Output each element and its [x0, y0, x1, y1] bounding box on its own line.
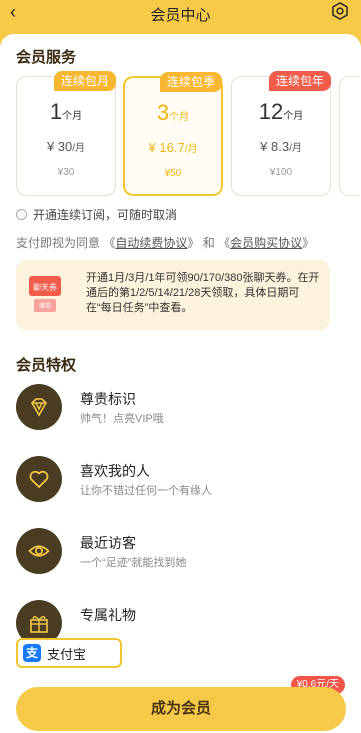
plan-card-next-partial[interactable]	[339, 76, 359, 196]
privilege-item[interactable]: 喜欢我的人 让你不错过任何一个有缘人	[16, 456, 336, 506]
plan-original-price: ¥50	[164, 168, 182, 179]
plan-tag: 连续包年	[268, 71, 331, 91]
privilege-desc: 一个“足迹”就能找到她	[80, 557, 187, 569]
chat-coupon-icon: 聊天券 赠券	[29, 276, 61, 312]
plan-price: ¥ 16.7/月	[148, 140, 198, 155]
content-sheet: 会员服务 连续包月 1个月 ¥ 30/月 ¥30 连续包季 3个月 ¥ 16.7…	[0, 34, 361, 733]
plan-duration: 1个月	[49, 99, 83, 124]
plan-tag: 连续包月	[53, 71, 116, 91]
payment-method-alipay[interactable]: 支 支付宝	[16, 638, 122, 668]
privilege-item[interactable]: 最近访客 一个“足迹”就能找到她	[16, 528, 336, 578]
privilege-name: 喜欢我的人	[80, 463, 150, 479]
purchase-agreement-link[interactable]: 会员购买协议	[230, 236, 302, 250]
autorenew-option[interactable]: 开通连续订阅，可随时取消	[16, 206, 177, 223]
alipay-icon: 支	[23, 644, 41, 662]
plan-price: ¥ 8.3/月	[260, 139, 302, 154]
plan-list: 连续包月 1个月 ¥ 30/月 ¥30 连续包季 3个月 ¥ 16.7/月 ¥5…	[16, 71, 361, 196]
page-title: 会员中心	[150, 7, 211, 24]
gift-icon	[30, 616, 48, 633]
plan-price: ¥ 30/月	[46, 139, 86, 154]
become-member-button[interactable]: 成为会员	[16, 687, 346, 731]
heart-icon	[29, 470, 49, 488]
payment-label: 支付宝	[47, 646, 87, 662]
coupon-banner: 聊天券 赠券 开通1月/3月/1年可领90/170/380张聊天券。在开通后的第…	[16, 260, 330, 330]
autorenew-label: 开通连续订阅，可随时取消	[33, 208, 178, 222]
coupon-icon-label: 聊天券	[33, 282, 57, 292]
privilege-desc: 让你不错过任何一个有缘人	[80, 485, 212, 497]
privileges-title: 会员特权	[16, 357, 77, 374]
plan-original-price: ¥30	[57, 167, 75, 178]
eye-icon	[28, 545, 50, 557]
plan-card-monthly[interactable]: 连续包月 1个月 ¥ 30/月 ¥30	[16, 71, 116, 196]
privilege-item[interactable]: 尊贵标识 帅气！点亮VIP哦	[16, 384, 336, 434]
privilege-name: 专属礼物	[80, 607, 136, 623]
plan-original-price: ¥100	[269, 167, 293, 178]
settings-gear-icon[interactable]	[331, 2, 349, 20]
plan-duration: 3个月	[156, 100, 190, 125]
auto-renew-agreement-link[interactable]: 自动续费协议	[115, 236, 187, 250]
coupon-description: 开通1月/3月/1年可领90/170/380张聊天券。在开通后的第1/2/5/1…	[86, 272, 320, 314]
autorenew-radio[interactable]	[16, 209, 27, 220]
plan-card-yearly[interactable]: 连续包年 12个月 ¥ 8.3/月 ¥100	[231, 71, 331, 196]
privilege-desc: 帅气！点亮VIP哦	[80, 413, 164, 425]
services-title: 会员服务	[16, 49, 77, 66]
top-bar: ‹ 会员中心	[0, 0, 361, 26]
privilege-name: 最近访客	[80, 535, 136, 551]
privilege-name: 尊贵标识	[80, 391, 136, 407]
vip-diamond-icon	[30, 398, 48, 417]
coupon-icon-sub: 赠券	[39, 302, 51, 310]
plan-card-quarterly[interactable]: 连续包季 3个月 ¥ 16.7/月 ¥50	[123, 72, 223, 196]
plan-duration: 12个月	[258, 99, 304, 124]
plan-tag: 连续包季	[159, 72, 222, 92]
agreement-text: 支付即视为同意 《自动续费协议》 和 《会员购买协议》	[16, 236, 315, 250]
